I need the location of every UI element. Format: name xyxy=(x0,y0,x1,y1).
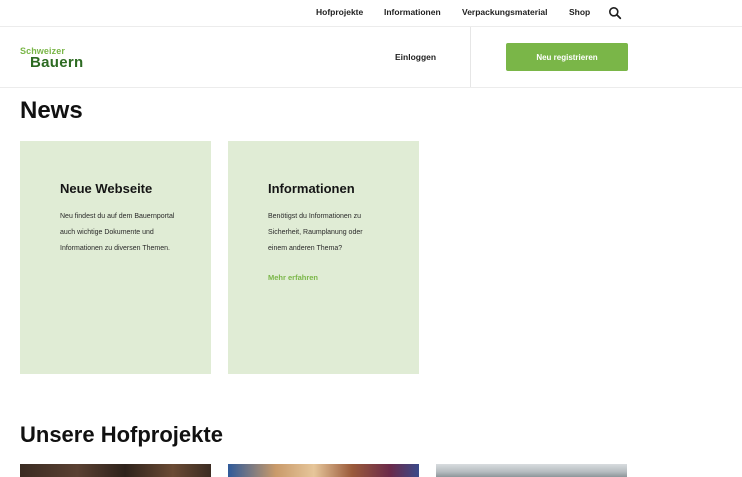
register-button[interactable]: Neu registrieren xyxy=(506,43,628,71)
nav-link-hofprojekte[interactable]: Hofprojekte xyxy=(316,7,363,17)
login-link[interactable]: Einloggen xyxy=(395,52,436,62)
nav-link-shop[interactable]: Shop xyxy=(569,7,590,17)
search-icon[interactable] xyxy=(608,6,622,20)
project-thumbnail-2[interactable] xyxy=(228,464,419,477)
news-card-informationen: Informationen Benötigst du Informationen… xyxy=(228,141,419,374)
project-thumbnail-1[interactable] xyxy=(20,464,211,477)
site-header: Schweizer Bauern Einloggen Neu registrie… xyxy=(0,27,742,88)
news-card-title: Informationen xyxy=(268,181,355,196)
top-navigation: Hofprojekte Informationen Verpackungsmat… xyxy=(0,0,742,27)
news-card-text: Benötigst du Informationen zu Sicherheit… xyxy=(268,213,363,252)
nav-link-informationen[interactable]: Informationen xyxy=(384,7,441,17)
mehr-erfahren-link[interactable]: Mehr erfahren xyxy=(268,273,318,282)
projects-heading: Unsere Hofprojekte xyxy=(20,422,223,447)
news-card-title: Neue Webseite xyxy=(60,181,153,196)
header-divider xyxy=(470,27,471,87)
news-card-text: Neu findest du auf dem Bauernportal auch… xyxy=(60,213,175,252)
project-thumbnail-3[interactable] xyxy=(436,464,627,477)
logo-line-2: Bauern xyxy=(30,54,84,71)
news-card-neue-webseite: Neue Webseite Neu findest du auf dem Bau… xyxy=(20,141,211,374)
news-heading: News xyxy=(20,97,83,124)
nav-link-verpackungsmaterial[interactable]: Verpackungsmaterial xyxy=(462,7,548,17)
schweizer-bauern-logo[interactable]: Schweizer Bauern xyxy=(20,47,84,71)
